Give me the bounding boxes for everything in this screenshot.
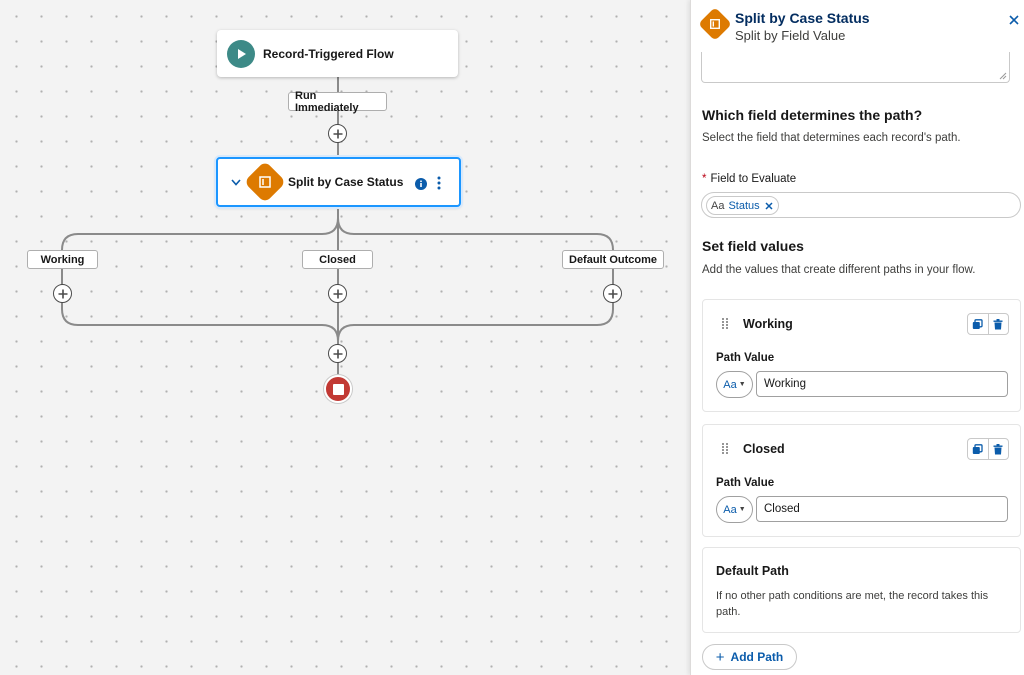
field-to-evaluate-label-text: Field to Evaluate	[710, 173, 797, 185]
flow-canvas[interactable]: Record-Triggered Flow Run Immediately Sp…	[0, 0, 690, 675]
path-value-input[interactable]: Working	[756, 371, 1008, 397]
remove-pill-icon[interactable]	[765, 201, 773, 210]
add-element-button[interactable]	[603, 284, 622, 303]
values-section-title: Set field values	[702, 238, 804, 254]
value-type-picker[interactable]: Aa ▼	[716, 371, 753, 398]
path-title: Working	[743, 317, 793, 331]
path-title: Closed	[743, 442, 785, 456]
path-value-label: Path Value	[716, 477, 775, 489]
start-node-title: Record-Triggered Flow	[263, 46, 394, 61]
path-actions	[967, 313, 1009, 335]
plus-icon	[333, 289, 342, 298]
default-path-title: Default Path	[716, 564, 789, 578]
start-node[interactable]: Record-Triggered Flow	[217, 30, 458, 77]
decision-node[interactable]: Split by Case Status	[216, 157, 461, 207]
plus-icon	[333, 349, 342, 358]
info-icon[interactable]	[415, 177, 427, 195]
drag-handle-icon[interactable]	[722, 318, 728, 329]
add-element-button[interactable]	[53, 284, 72, 303]
default-path-card: Default Path If no other path conditions…	[702, 547, 1021, 633]
decision-icon	[698, 7, 732, 41]
decision-node-title: Split by Case Status	[288, 175, 404, 189]
selected-field-value: Status	[728, 199, 760, 212]
description-textarea[interactable]	[701, 52, 1010, 83]
add-path-label: Add Path	[730, 650, 784, 664]
path-actions	[967, 438, 1009, 460]
run-immediately-label[interactable]: Run Immediately	[288, 90, 387, 114]
caret-down-icon: ▼	[738, 381, 746, 388]
outcome-label-default[interactable]: Default Outcome	[562, 250, 664, 269]
decision-icon	[243, 160, 287, 204]
path-card-closed: Closed Path Value Aa ▼ Closed	[702, 424, 1021, 537]
plus-icon	[333, 129, 342, 138]
path-value-label: Path Value	[716, 352, 775, 364]
add-path-button[interactable]: + Add Path	[702, 644, 797, 670]
values-section-help: Add the values that create different pat…	[702, 264, 976, 276]
text-type-icon: Aa	[711, 199, 725, 212]
resize-grip-icon[interactable]	[999, 72, 1007, 80]
add-element-button[interactable]	[328, 124, 347, 143]
plus-icon: +	[715, 648, 725, 666]
outcome-label-closed[interactable]: Closed	[302, 250, 373, 269]
copy-icon[interactable]	[968, 314, 988, 334]
selected-field-pill[interactable]: Aa Status	[706, 196, 779, 215]
add-element-button[interactable]	[328, 344, 347, 363]
panel-title: Split by Case Status	[735, 10, 870, 26]
field-section-help: Select the field that determines each re…	[702, 132, 961, 144]
plus-icon	[608, 289, 617, 298]
required-marker: *	[702, 173, 707, 185]
path-value-input[interactable]: Closed	[756, 496, 1008, 522]
value-type-picker[interactable]: Aa ▼	[716, 496, 753, 523]
panel-header: Split by Case Status Split by Field Valu…	[691, 0, 1024, 48]
panel-subtitle: Split by Field Value	[735, 28, 846, 43]
drag-handle-icon[interactable]	[722, 443, 728, 454]
more-vertical-icon[interactable]	[437, 176, 441, 195]
text-type-icon: Aa	[723, 378, 737, 391]
field-section-title: Which field determines the path?	[702, 107, 923, 123]
add-element-button[interactable]	[328, 284, 347, 303]
delete-icon[interactable]	[987, 314, 1009, 334]
outcome-label-working[interactable]: Working	[27, 250, 98, 269]
caret-down-icon: ▼	[738, 506, 746, 513]
path-card-working: Working Path Value Aa ▼ Working	[702, 299, 1021, 412]
properties-panel: Split by Case Status Split by Field Valu…	[690, 0, 1024, 675]
stop-icon	[332, 383, 344, 395]
field-to-evaluate-label: * Field to Evaluate	[702, 173, 796, 185]
field-to-evaluate-input[interactable]: Aa Status	[701, 192, 1021, 218]
end-node[interactable]	[324, 375, 352, 403]
text-type-icon: Aa	[723, 503, 737, 516]
default-path-description: If no other path conditions are met, the…	[716, 590, 989, 618]
chevron-down-icon[interactable]	[228, 174, 244, 190]
play-icon	[227, 39, 255, 68]
delete-icon[interactable]	[987, 439, 1009, 459]
copy-icon[interactable]	[968, 439, 988, 459]
close-icon[interactable]	[1007, 13, 1021, 27]
plus-icon	[58, 289, 67, 298]
